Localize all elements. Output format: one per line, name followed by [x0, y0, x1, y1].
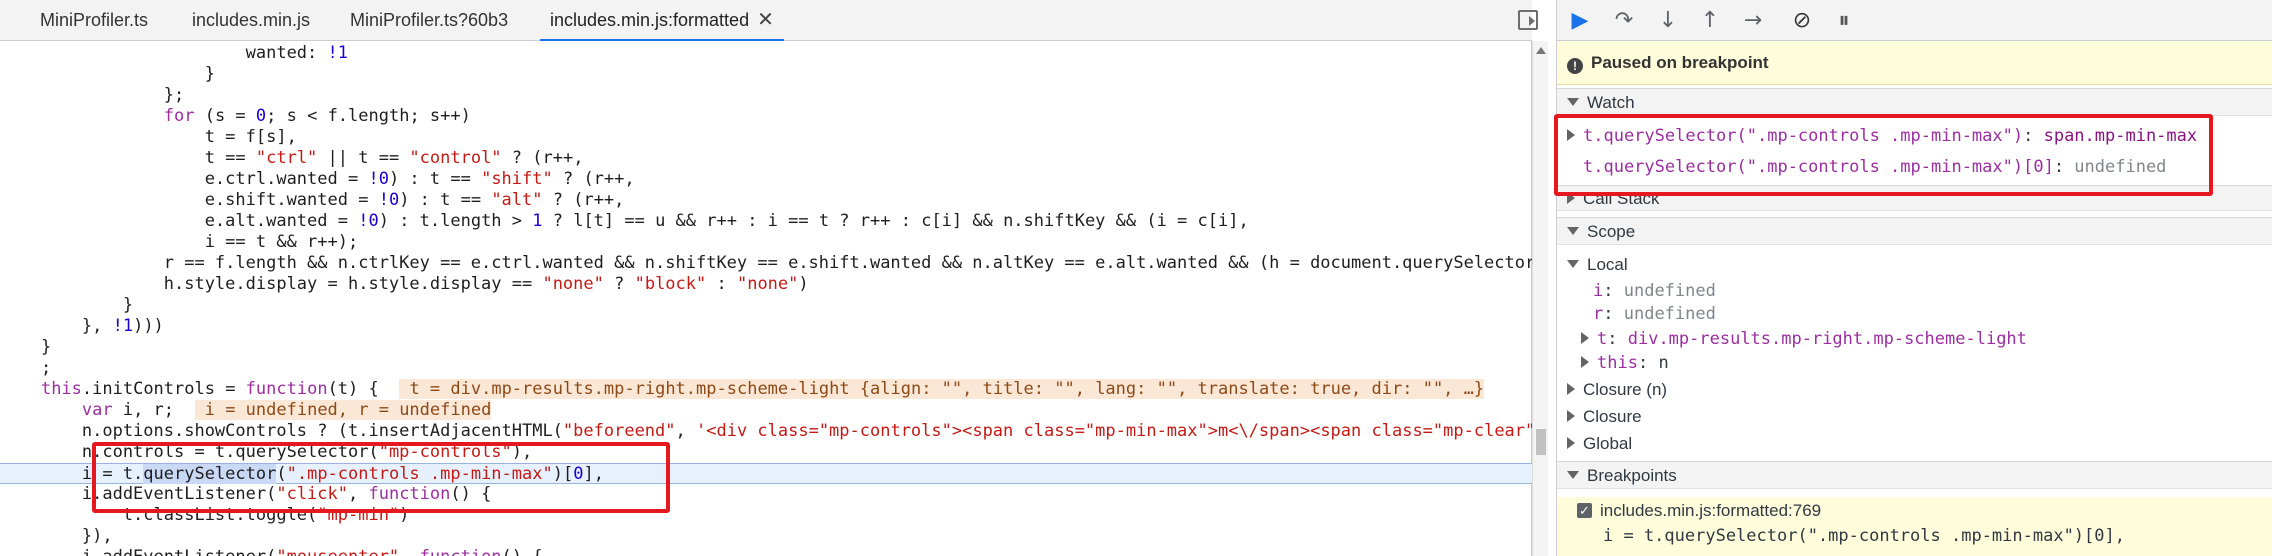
- tab-label: includes.min.js:formatted: [550, 10, 750, 30]
- expand-triangle-icon[interactable]: [1581, 356, 1589, 368]
- code-line[interactable]: }, !1))): [0, 316, 1532, 337]
- paused-banner: ! Paused on breakpoint: [1557, 41, 2272, 85]
- source-tab-bar: MiniProfiler.ts includes.min.js MiniProf…: [0, 0, 1538, 41]
- resume-icon[interactable]: ▶: [1565, 6, 1595, 34]
- scope-section-header[interactable]: Scope: [1557, 217, 2272, 245]
- code-line[interactable]: n.options.showControls ? (t.insertAdjace…: [0, 421, 1532, 442]
- call-stack-section-header[interactable]: Call Stack: [1557, 185, 2272, 211]
- scope-variable[interactable]: t: div.mp-results.mp-right.mp-scheme-lig…: [1581, 327, 2027, 351]
- expand-triangle-icon: [1567, 98, 1579, 106]
- code-line[interactable]: }: [0, 337, 1532, 358]
- tab-label: MiniProfiler.ts: [40, 10, 149, 30]
- scope-local-label: Local: [1587, 255, 1628, 274]
- watch-expression: t.querySelector(".mp-controls .mp-min-ma…: [1583, 157, 2054, 177]
- code-line[interactable]: for (s = 0; s < f.length; s++): [0, 106, 1532, 127]
- scope-local-header[interactable]: Local: [1567, 253, 1628, 277]
- expand-triangle-icon[interactable]: [1567, 129, 1575, 141]
- code-line[interactable]: e.shift.wanted = !0) : t == "alt" ? (r++…: [0, 190, 1532, 211]
- sources-editor-pane: MiniProfiler.ts includes.min.js MiniProf…: [0, 0, 1548, 556]
- code-line[interactable]: t = f[s],: [0, 127, 1532, 148]
- watch-item[interactable]: t.querySelector(".mp-controls .mp-min-ma…: [1567, 124, 2197, 148]
- code-line[interactable]: e.alt.wanted = !0) : t.length > 1 ? l[t]…: [0, 211, 1532, 232]
- code-line[interactable]: var i, r; i = undefined, r = undefined: [0, 400, 1532, 421]
- tab-miniprofiler-ts[interactable]: MiniProfiler.ts: [30, 0, 158, 41]
- expand-triangle-icon: [1567, 471, 1579, 479]
- code-line[interactable]: e.ctrl.wanted = !0) : t == "shift" ? (r+…: [0, 169, 1532, 190]
- code-line[interactable]: };: [0, 85, 1532, 106]
- watch-section-header[interactable]: Watch: [1557, 88, 2272, 116]
- tab-label: includes.min.js: [192, 10, 311, 30]
- expand-triangle-icon: [1567, 260, 1579, 268]
- call-stack-title: Call Stack: [1583, 189, 1660, 208]
- watch-value: undefined: [2074, 157, 2167, 177]
- code-line[interactable]: this.initControls = function(t) { t = di…: [0, 379, 1532, 400]
- code-line[interactable]: }),: [0, 526, 1532, 547]
- code-line[interactable]: n.controls = t.querySelector("mp-control…: [0, 442, 1532, 463]
- expand-triangle-icon: [1567, 227, 1579, 235]
- debugger-toolbar: ▶ ↷ ↓ ↑ → ⊘ ⏸: [1557, 0, 2272, 41]
- info-icon: !: [1567, 58, 1583, 74]
- code-line[interactable]: }: [0, 64, 1532, 85]
- code-line[interactable]: ;: [0, 358, 1532, 379]
- paused-label: Paused on breakpoint: [1591, 53, 1769, 72]
- code-editor[interactable]: wanted: !1 } }; for (s = 0; s < f.length…: [0, 41, 1532, 556]
- breakpoint-code[interactable]: i = t.querySelector(".mp-controls .mp-mi…: [1603, 524, 2125, 548]
- code-line-current[interactable]: i = t.querySelector(".mp-controls .mp-mi…: [0, 463, 1532, 484]
- step-over-icon[interactable]: ↷: [1609, 6, 1639, 34]
- scope-variable[interactable]: i: undefined: [1593, 279, 1716, 303]
- expand-triangle-icon: [1567, 410, 1575, 422]
- scrollbar-thumb[interactable]: [1536, 429, 1546, 455]
- code-line[interactable]: i.addEventListener("click", function() {: [0, 484, 1532, 505]
- watch-title: Watch: [1587, 93, 1635, 112]
- breakpoint-location[interactable]: includes.min.js:formatted:769: [1577, 499, 1821, 523]
- watch-item[interactable]: t.querySelector(".mp-controls .mp-min-ma…: [1583, 155, 2166, 179]
- expand-triangle-icon: [1567, 192, 1575, 204]
- code-line[interactable]: r == f.length && n.ctrlKey == e.ctrl.wan…: [0, 253, 1532, 274]
- step-out-icon[interactable]: ↑: [1695, 6, 1725, 34]
- close-icon[interactable]: ✕: [757, 9, 774, 31]
- code-line[interactable]: h.style.display = h.style.display == "no…: [0, 274, 1532, 295]
- code-line[interactable]: t == "ctrl" || t == "control" ? (r++,: [0, 148, 1532, 169]
- scope-closure-n[interactable]: Closure (n): [1567, 378, 1667, 402]
- deactivate-breakpoints-icon[interactable]: ⊘: [1787, 6, 1817, 34]
- tab-label: MiniProfiler.ts?60b3: [350, 10, 509, 30]
- breakpoint-checkbox[interactable]: [1577, 499, 1592, 523]
- breakpoints-section-header[interactable]: Breakpoints: [1557, 461, 2272, 489]
- scroll-up-arrow-icon[interactable]: [1536, 47, 1546, 54]
- scope-global[interactable]: Global: [1567, 432, 1632, 456]
- code-line[interactable]: i == t && r++);: [0, 232, 1532, 253]
- expand-triangle-icon: [1567, 437, 1575, 449]
- watch-value: span.mp-min-max: [2043, 126, 2198, 146]
- scope-variable[interactable]: this: n: [1581, 351, 1669, 375]
- tab-includes-min-js-formatted[interactable]: includes.min.js:formatted ✕: [540, 0, 784, 41]
- scope-title: Scope: [1587, 222, 1636, 241]
- scope-closure[interactable]: Closure: [1567, 405, 1642, 429]
- watch-expression: t.querySelector(".mp-controls .mp-min-ma…: [1583, 126, 2024, 146]
- expand-triangle-icon: [1567, 383, 1575, 395]
- code-scrollbar[interactable]: [1532, 41, 1548, 556]
- breakpoints-title: Breakpoints: [1587, 466, 1677, 485]
- toggle-debugger-sidebar-icon[interactable]: [1518, 10, 1538, 30]
- code-line[interactable]: t.classList.toggle("mp-min"): [0, 505, 1532, 526]
- tab-miniprofiler-ts-60b3[interactable]: MiniProfiler.ts?60b3: [340, 0, 518, 41]
- step-icon[interactable]: →: [1738, 6, 1768, 34]
- scope-variable[interactable]: r: undefined: [1593, 302, 1716, 326]
- debugger-sidebar: ▶ ↷ ↓ ↑ → ⊘ ⏸ ! Paused on breakpoint Watc…: [1554, 0, 2272, 556]
- tab-includes-min-js[interactable]: includes.min.js: [182, 0, 320, 41]
- step-into-icon[interactable]: ↓: [1653, 6, 1683, 34]
- code-line[interactable]: }: [0, 295, 1532, 316]
- expand-triangle-icon[interactable]: [1581, 332, 1589, 344]
- pause-on-exceptions-icon[interactable]: ⏸: [1829, 6, 1859, 34]
- code-line[interactable]: i.addEventListener("mouseenter", functio…: [0, 547, 1532, 556]
- code-line[interactable]: wanted: !1: [0, 43, 1532, 64]
